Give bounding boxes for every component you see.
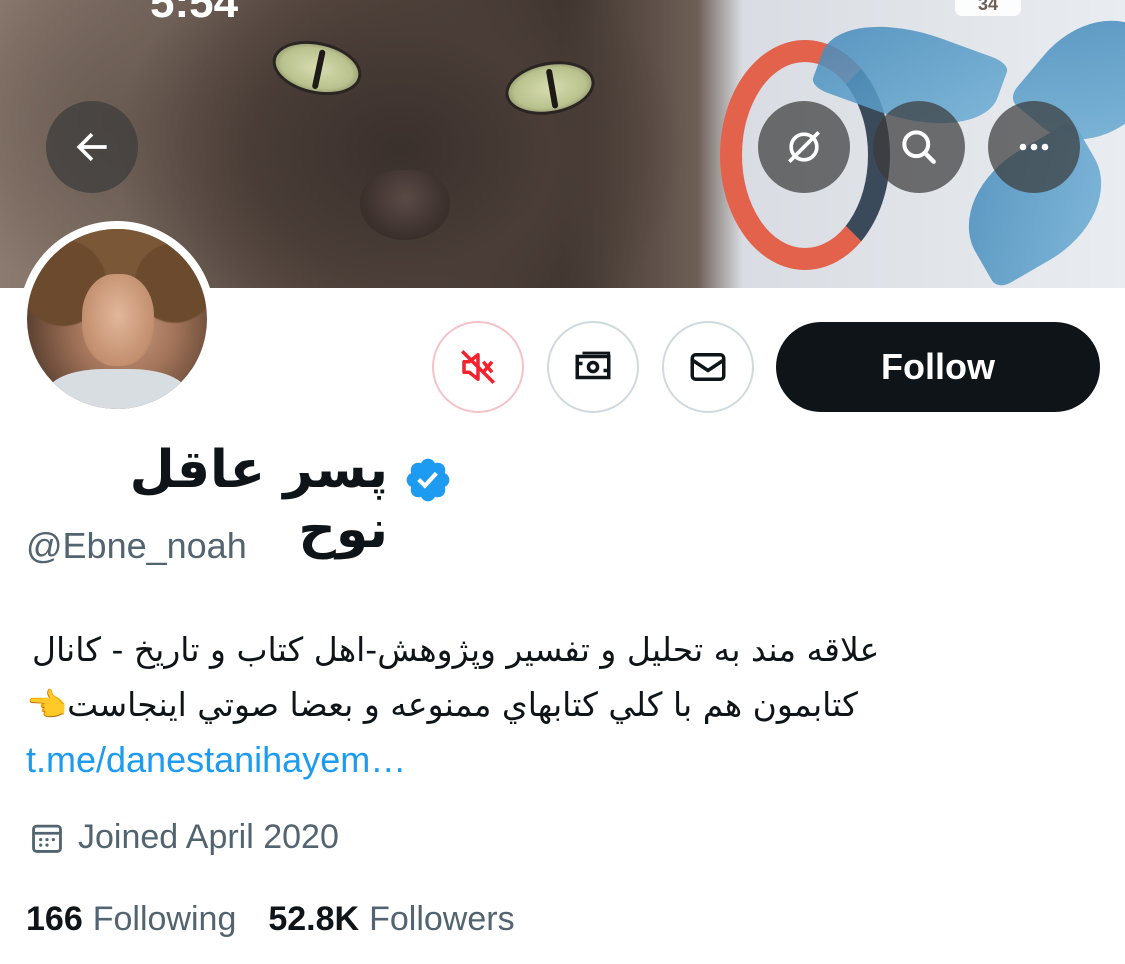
followers-label: Followers <box>369 900 515 938</box>
follow-stats: 166 Following 52.8K Followers <box>26 900 515 939</box>
envelope-icon <box>690 353 726 381</box>
bio-link[interactable]: t.me/danestanihayem… <box>26 732 1046 787</box>
more-dots-icon <box>1019 143 1049 151</box>
banner-cat-nose <box>360 170 450 240</box>
arrow-left-icon <box>76 132 107 162</box>
speaker-mute-icon <box>461 350 495 384</box>
status-time: 5:54 <box>150 0 239 27</box>
following-count: 166 <box>26 900 83 938</box>
bio: علاقه مند به تحلیل و تفسیر وپژوهش-اهل کت… <box>26 622 1046 787</box>
joined-date: Joined April 2020 <box>28 818 339 857</box>
unmute-button[interactable] <box>432 321 524 413</box>
verified-badge-icon[interactable] <box>403 455 453 505</box>
back-button[interactable] <box>46 101 138 193</box>
search-button[interactable] <box>873 101 965 193</box>
banner-cat-eye <box>267 33 367 103</box>
profile-screen: 5:54 34 Follow پسر عاقل نوح @Ebne_noah ع… <box>0 0 1125 964</box>
followers-stat[interactable]: 52.8K Followers <box>268 900 514 939</box>
more-button[interactable] <box>988 101 1080 193</box>
following-stat[interactable]: 166 Following <box>26 900 236 939</box>
followers-count: 52.8K <box>268 900 360 938</box>
message-button[interactable] <box>662 321 754 413</box>
avatar-image <box>27 229 207 409</box>
bio-line: کتابمون هم با کلي کتابهاي ممنوعه و بعضا … <box>26 685 858 724</box>
handle: @Ebne_noah <box>26 525 247 566</box>
name-row: پسر عاقل نوح <box>0 440 1125 560</box>
money-tip-icon <box>575 351 611 380</box>
joined-text: Joined April 2020 <box>78 818 339 856</box>
avatar-shirt <box>47 369 187 409</box>
calendar-icon <box>32 824 62 853</box>
bio-line: علاقه مند به تحلیل و تفسیر وپژوهش-اهل کت… <box>32 630 880 669</box>
follow-button[interactable]: Follow <box>776 322 1100 412</box>
tip-button[interactable] <box>547 321 639 413</box>
avatar-face <box>82 274 154 366</box>
status-battery: 34 <box>955 0 1021 16</box>
hide-button[interactable] <box>758 101 850 193</box>
avatar[interactable] <box>19 221 215 417</box>
no-sync-icon <box>788 131 820 163</box>
search-icon <box>902 130 936 164</box>
following-label: Following <box>92 900 237 938</box>
banner-cat-eye <box>501 54 599 122</box>
